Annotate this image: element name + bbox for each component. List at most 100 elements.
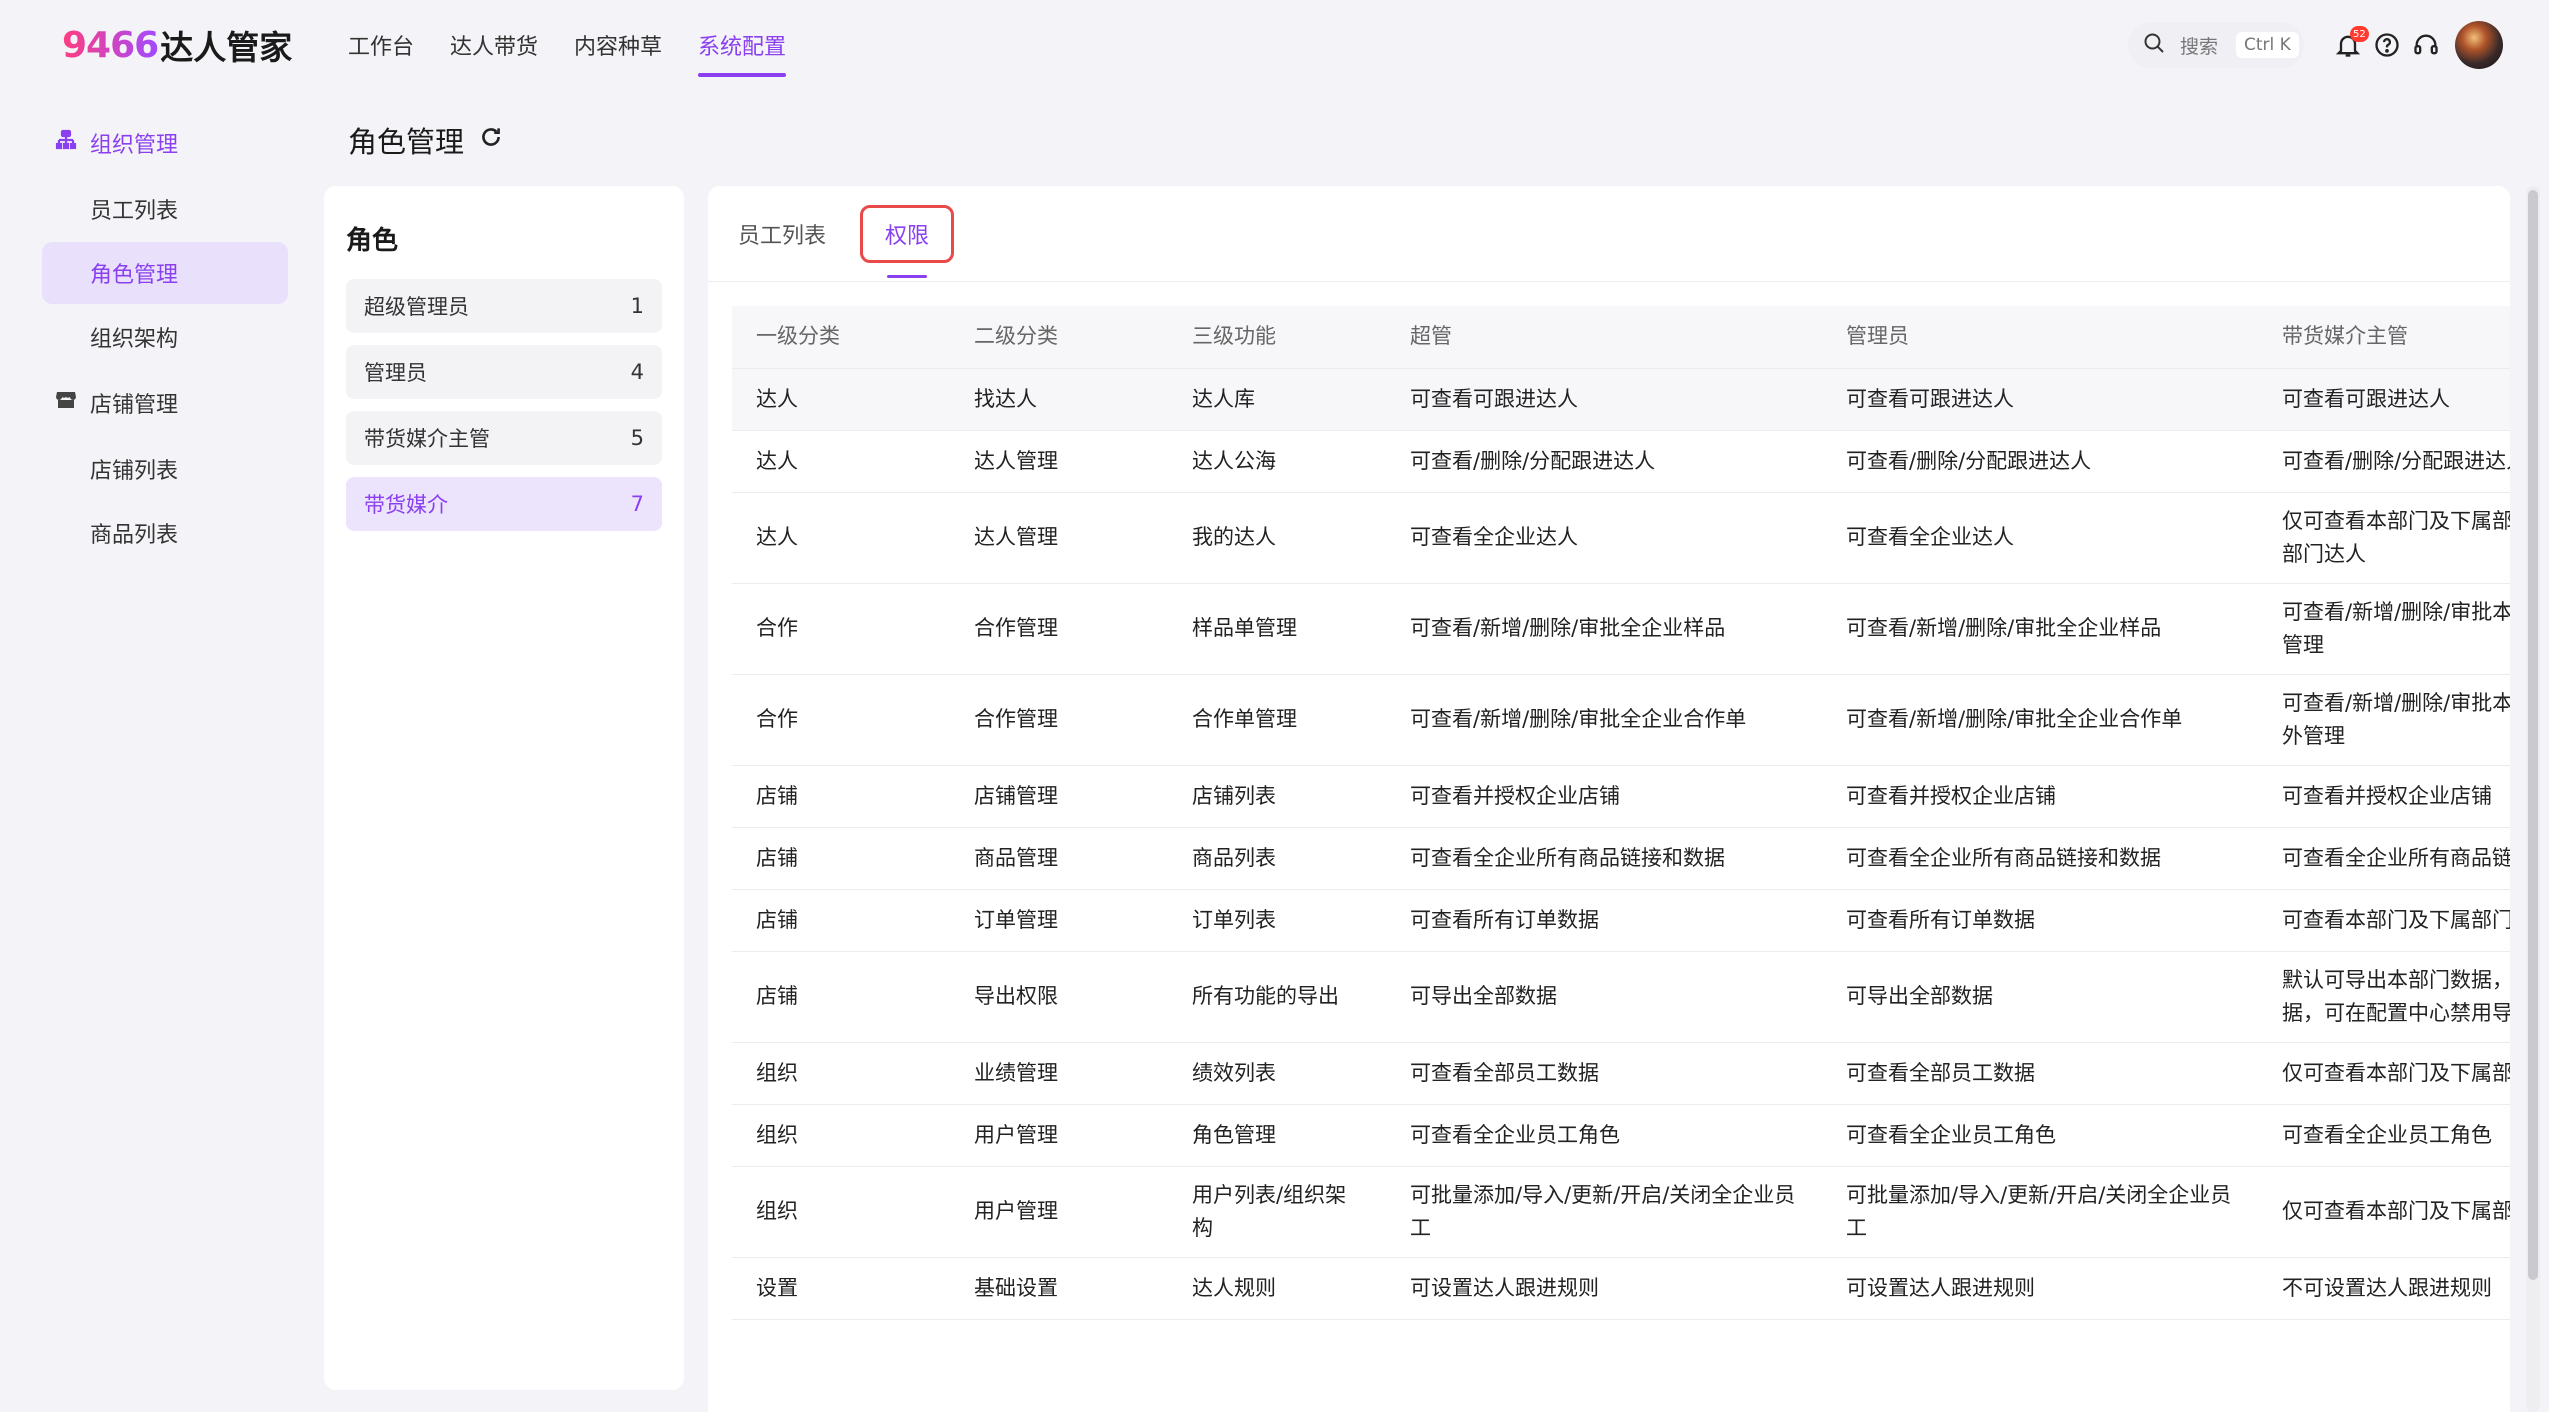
table-cell: 可查看并授权企业店铺 [2258,765,2510,828]
table-cell: 可查看全企业员工角色 [1822,1104,2258,1167]
table-row: 达人 达人管理 达人公海 可查看/删除/分配跟进达人 可查看/删除/分配跟进达人 可查看/… [732,430,2510,493]
table-cell: 可查看全部员工数据 [1822,1042,2258,1105]
sidebar-item-role-management[interactable]: 角色管理 [42,242,288,304]
notification-badge: 52 [2350,26,2369,42]
page-title-text: 角色管理 [348,125,465,159]
table-cell: 可查看可跟进达人 [1386,368,1822,431]
table-cell: 设置 [732,1257,950,1320]
sidebar-item-product-list[interactable]: 商品列表 [42,502,288,564]
table-row: 店铺 店铺管理 店铺列表 可查看并授权企业店铺 可查看并授权企业店铺 可查看并授权企业店铺 [732,765,2510,828]
permission-table: 一级分类 二级分类 三级功能 超管 管理员 带货媒介主管 达人 找达人 达人库 可查看… [732,306,2510,1320]
sidebar-group-org[interactable]: 组织管理 [42,110,288,176]
tab-permissions[interactable]: 权限 [860,204,955,278]
table-cell: 店铺 [732,765,950,828]
vertical-scrollbar-thumb[interactable] [2528,190,2538,1280]
table-cell: 可批量添加/导入/更新/开启/关闭全企业员工 [1386,1166,1822,1258]
app-logo[interactable]: 9466 达人管家 [62,22,292,68]
top-nav: 工作台 达人带货 内容种草 系统配置 [348,0,787,90]
table-row: 达人达人管理我的达人可查看全企业达人可查看全企业达人仅可查看本部门及下属部门达人… [732,492,2510,584]
sidebar: 组织管理 员工列表 角色管理 组织架构 店铺管理 店铺列表 商品列表 [42,110,288,566]
table-cell: 用户管理 [950,1104,1168,1167]
table-cell: 组织 [732,1166,950,1258]
role-item-admin[interactable]: 管理员 4 [346,345,662,399]
table-cell: 可查看全企业达人 [1386,492,1822,584]
table-cell: 可查看/新增/删除/审批全企业合作单 [1822,674,2258,766]
tab-employee-list[interactable]: 员工列表 [738,218,826,250]
table-cell: 可查看并授权企业店铺 [1386,765,1822,828]
table-cell: 可查看/新增/删除/审批本部门合作单，部门负责人可以额外管理 [2258,674,2510,766]
table-cell: 订单列表 [1168,889,1386,952]
table-cell: 绩效列表 [1168,1042,1386,1105]
table-cell: 可设置达人跟进规则 [1386,1257,1822,1320]
role-name: 管理员 [364,361,427,385]
table-cell: 店铺管理 [950,765,1168,828]
table-cell: 合作 [732,583,950,675]
avatar[interactable] [2455,21,2503,69]
role-count: 5 [630,426,644,450]
sidebar-item-org-structure[interactable]: 组织架构 [42,306,288,368]
table-cell: 可设置达人跟进规则 [1822,1257,2258,1320]
table-cell: 可查看全企业达人 [1822,492,2258,584]
table-cell: 店铺 [732,951,950,1043]
nav-item-workbench[interactable]: 工作台 [348,0,414,90]
table-cell: 组织 [732,1104,950,1167]
table-row: 设置 基础设置 达人规则 可设置达人跟进规则 可设置达人跟进规则 不可设置达人跟进规则 [732,1257,2510,1320]
table-cell: 样品单管理 [1168,583,1386,675]
table-cell: 商品管理 [950,827,1168,890]
nav-item-system-config[interactable]: 系统配置 [698,0,787,90]
role-item-media[interactable]: 带货媒介 7 [346,477,662,531]
role-count: 4 [630,360,644,384]
refresh-icon[interactable] [464,123,504,157]
table-cell: 合作 [732,674,950,766]
table-cell: 可查看/删除/分配跟进达人 [2258,430,2510,493]
table-cell: 我的达人 [1168,492,1386,584]
table-cell: 可查看/新增/删除/审批全企业合作单 [1386,674,1822,766]
table-cell: 店铺 [732,827,950,890]
table-cell: 可查看全企业所有商品链接和数据 [1386,827,1822,890]
header-level2[interactable]: 二级分类 [950,306,1168,369]
role-item-super-admin[interactable]: 超级管理员 1 [346,279,662,333]
table-cell: 可查看可跟进达人 [1822,368,2258,431]
table-cell: 可查看全企业员工角色 [2258,1104,2510,1167]
help-icon[interactable] [2373,31,2401,59]
table-row: 达人 找达人 达人库 可查看可跟进达人 可查看可跟进达人 可查看可跟进达人 [732,368,2510,431]
search-box[interactable]: 搜索 Ctrl K [2128,22,2304,68]
nav-item-content-seeding[interactable]: 内容种草 [574,0,662,90]
headset-icon[interactable] [2412,31,2440,59]
page-title: 角色管理 [348,118,504,162]
top-header: 9466 达人管家 工作台 达人带货 内容种草 系统配置 搜索 Ctrl K 5… [0,0,2549,90]
table-cell: 可查看所有订单数据 [1386,889,1822,952]
table-cell: 可查看/删除/分配跟进达人 [1822,430,2258,493]
table-cell: 达人 [732,368,950,431]
role-item-media-supervisor[interactable]: 带货媒介主管 5 [346,411,662,465]
header-super-admin[interactable]: 超管 [1386,306,1822,369]
nav-item-talent-sales[interactable]: 达人带货 [450,0,538,90]
role-name: 带货媒介主管 [364,427,490,451]
table-cell: 可导出全部数据 [1822,951,2258,1043]
table-cell: 可查看全部员工数据 [1386,1042,1822,1105]
table-cell: 导出权限 [950,951,1168,1043]
table-cell: 用户管理 [950,1166,1168,1258]
table-cell: 业绩管理 [950,1042,1168,1105]
table-cell: 不可设置达人跟进规则 [2258,1257,2510,1320]
sidebar-item-store-list[interactable]: 店铺列表 [42,438,288,500]
header-level1[interactable]: 一级分类 [732,306,950,369]
table-cell: 可查看/新增/删除/审批全企业样品 [1386,583,1822,675]
table-cell: 达人规则 [1168,1257,1386,1320]
sidebar-group-label: 店铺管理 [90,393,179,418]
table-cell: 合作管理 [950,674,1168,766]
permission-table-container[interactable]: 一级分类 二级分类 三级功能 超管 管理员 带货媒介主管 达人 找达人 达人库 可查看… [732,306,2510,1412]
header-media-supervisor[interactable]: 带货媒介主管 [2258,306,2510,369]
header-admin[interactable]: 管理员 [1822,306,2258,369]
permission-table-body: 达人 找达人 达人库 可查看可跟进达人 可查看可跟进达人 可查看可跟进达人 达人 达人管理 达人… [732,368,2510,1320]
sidebar-item-employee-list[interactable]: 员工列表 [42,178,288,240]
table-cell: 可查看全企业所有商品链接和所属部门的合作数据 [2258,827,2510,890]
table-cell: 达人 [732,430,950,493]
sidebar-group-store[interactable]: 店铺管理 [42,370,288,436]
table-cell: 合作单管理 [1168,674,1386,766]
org-icon [54,128,90,158]
table-cell: 可查看/新增/删除/审批本部门样品，部门负责人可以额外管理 [2258,583,2510,675]
header-level3[interactable]: 三级功能 [1168,306,1386,369]
table-cell: 可导出全部数据 [1386,951,1822,1043]
table-cell: 可查看全企业员工角色 [1386,1104,1822,1167]
